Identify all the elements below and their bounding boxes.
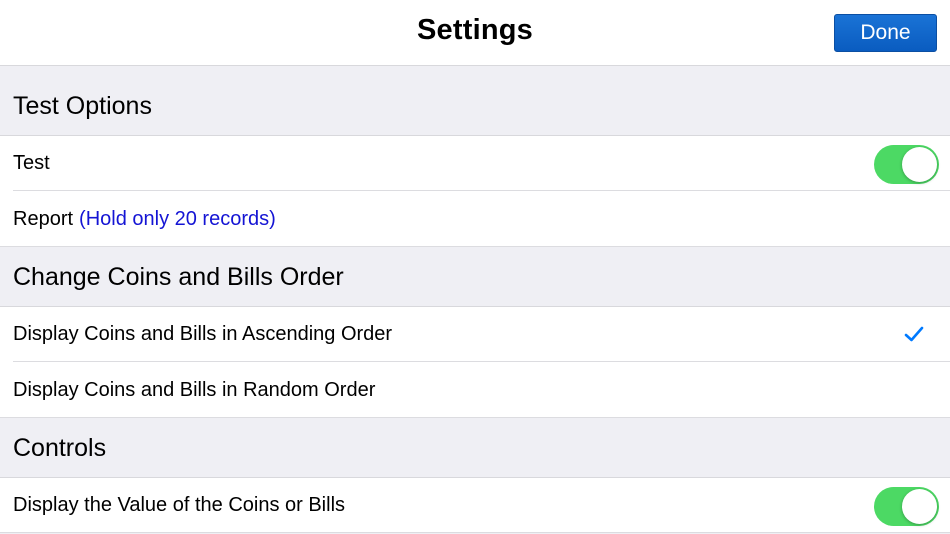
section-header-order: Change Coins and Bills Order [0, 248, 950, 306]
row-separator [0, 532, 950, 533]
navigation-bar: Settings Done [0, 0, 950, 66]
setting-row-report[interactable]: Report (Hold only 20 records) [0, 191, 950, 247]
row-separator [0, 246, 950, 247]
toggle-knob [902, 147, 937, 182]
setting-label-ascending: Display Coins and Bills in Ascending Ord… [13, 323, 393, 345]
report-note: (Hold only 20 records) [79, 207, 276, 230]
checkmark-icon [904, 326, 924, 342]
setting-row-display-value[interactable]: Display the Value of the Coins or Bills [0, 477, 950, 533]
section-header-test-options: Test Options [0, 77, 950, 135]
page-title: Settings [417, 14, 533, 46]
display-value-toggle[interactable] [874, 487, 939, 526]
done-button[interactable]: Done [834, 14, 937, 52]
toggle-knob [902, 489, 937, 524]
setting-row-test[interactable]: Test [0, 135, 950, 191]
setting-label-display-value: Display the Value of the Coins or Bills [13, 494, 346, 516]
setting-label-test: Test [13, 152, 50, 174]
setting-label-report: Report [13, 207, 74, 230]
test-toggle[interactable] [874, 145, 939, 184]
setting-row-random-order[interactable]: Display Coins and Bills in Random Order [0, 362, 950, 418]
row-separator [0, 417, 950, 418]
section-header-controls: Controls [0, 419, 950, 477]
setting-row-ascending-order[interactable]: Display Coins and Bills in Ascending Ord… [0, 306, 950, 362]
setting-label-random: Display Coins and Bills in Random Order [13, 378, 376, 401]
